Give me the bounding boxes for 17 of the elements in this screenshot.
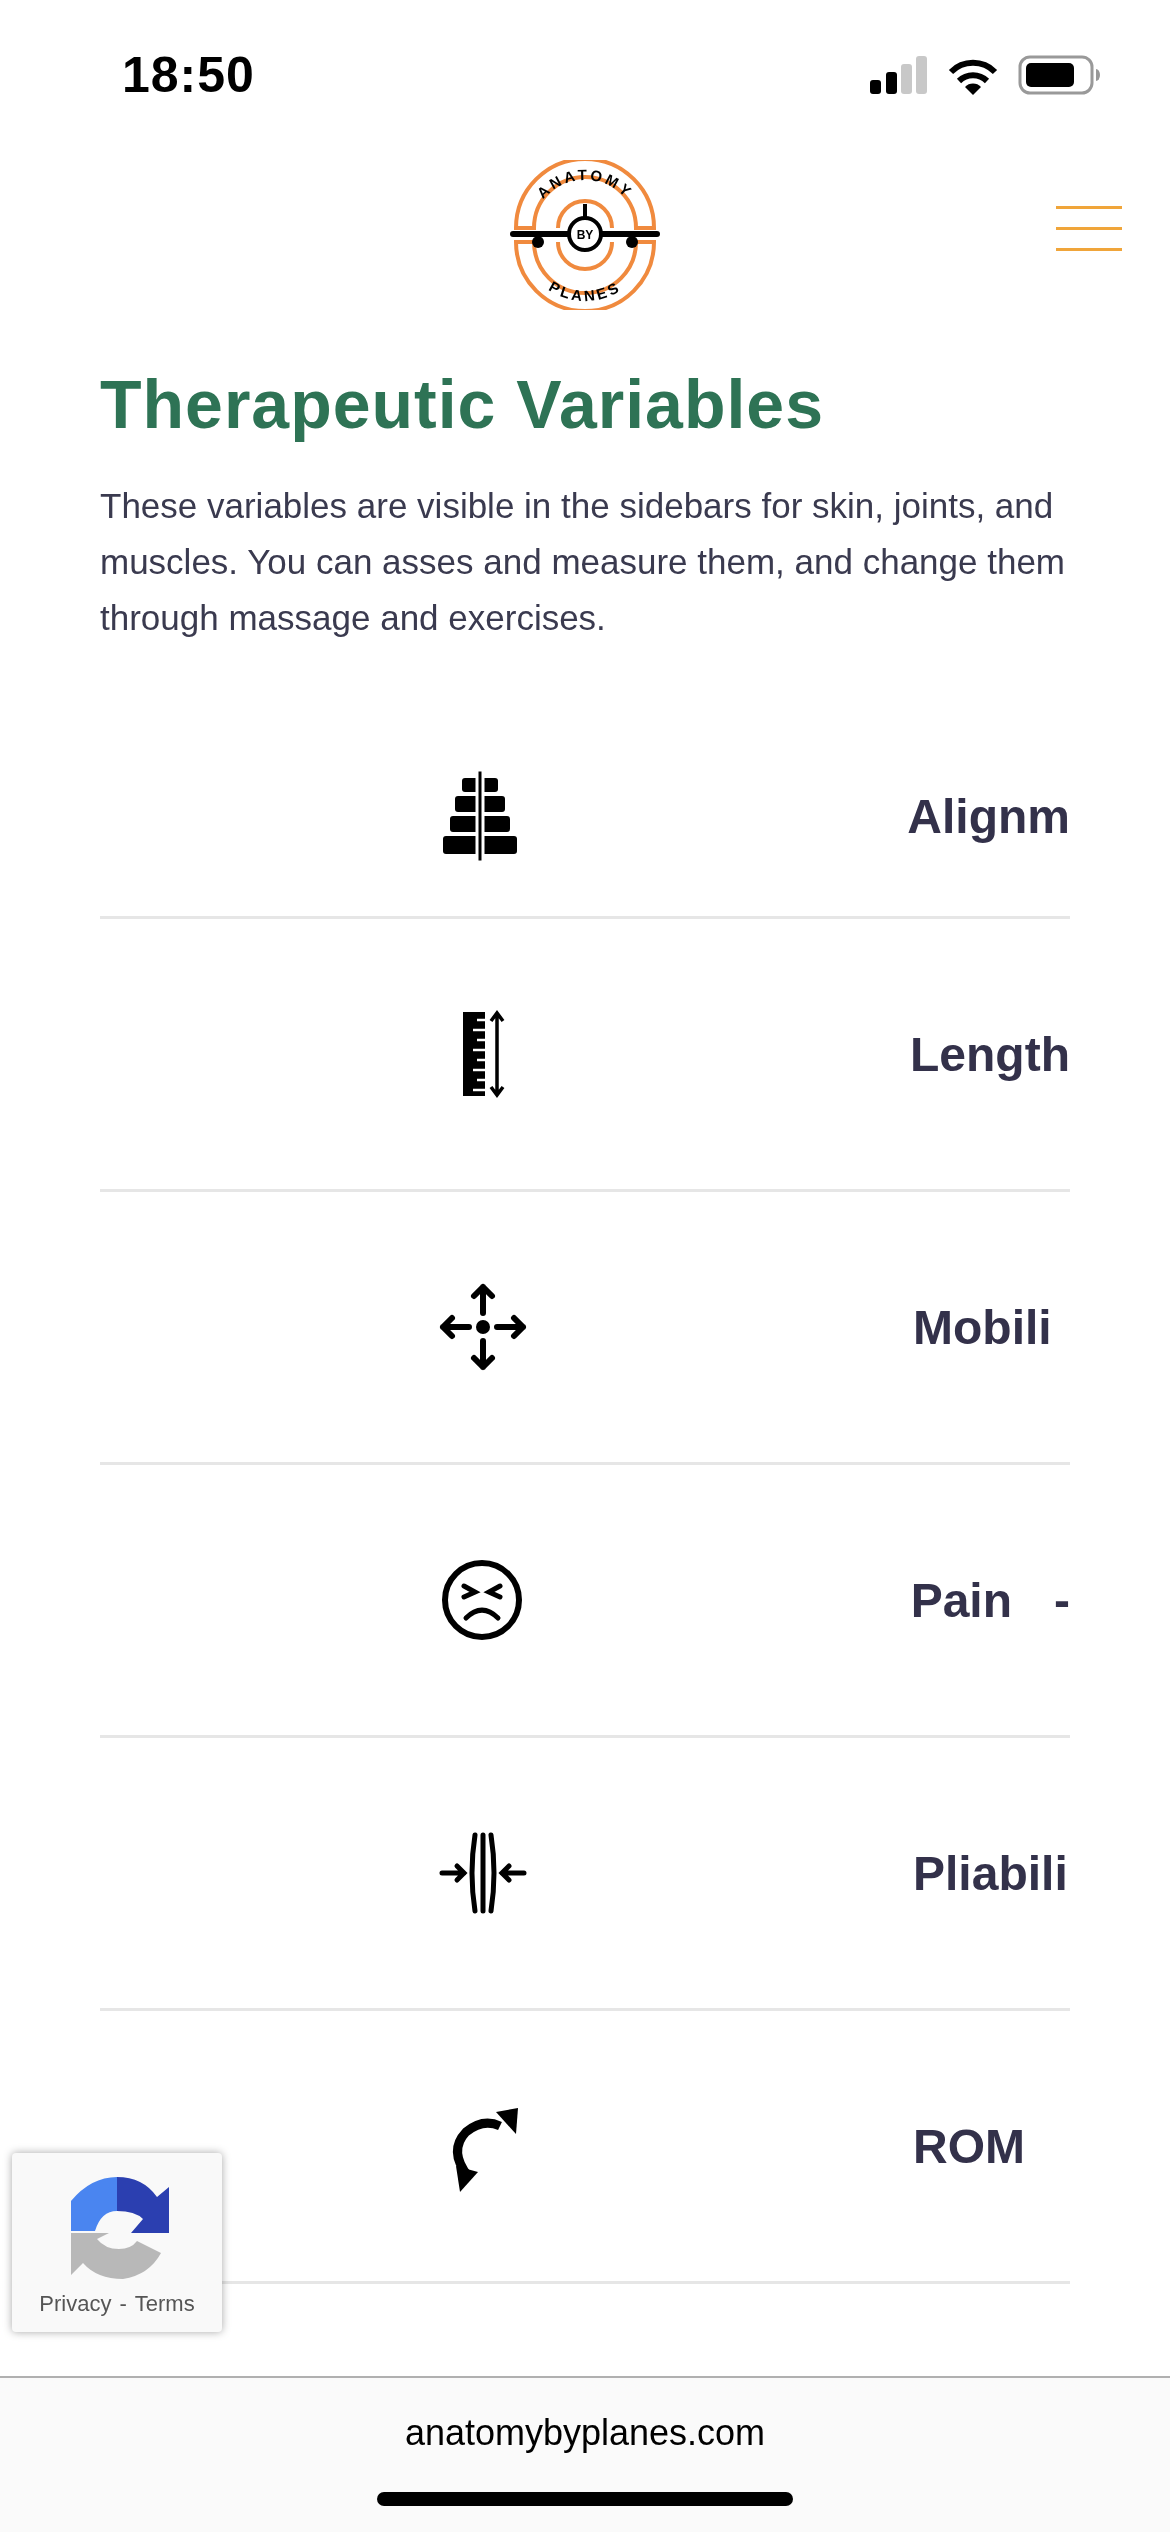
intro-text: These variables are visible in the sidebars for skin, joints, and muscles. You can asses and measure them, and change them through massage and exercises. [100, 485, 1067, 639]
variable-label[interactable]: Length [910, 1026, 1070, 1082]
variable-label[interactable]: Mobili [913, 1299, 1052, 1355]
dash-text: - [1054, 1572, 1070, 1628]
page-title: Therapeutic Variables [100, 365, 825, 444]
signal-icon [870, 56, 928, 94]
separator-text: - [119, 2291, 127, 2317]
url-text[interactable]: anatomybyplanes.com [404, 2412, 766, 2454]
battery-icon [1018, 55, 1100, 95]
recaptcha-link[interactable]: Privacy [39, 2291, 112, 2317]
variable-label[interactable]: Pain [910, 1572, 1012, 1628]
recaptcha-link[interactable]: Terms [134, 2291, 195, 2317]
clock-time: 18:50 [122, 46, 255, 104]
menu-button[interactable] [1056, 206, 1122, 252]
variable-label[interactable]: Alignm [907, 788, 1070, 844]
variable-label[interactable]: ROM [913, 2118, 1025, 2174]
variable-label[interactable]: Pliabili [913, 1845, 1068, 1901]
